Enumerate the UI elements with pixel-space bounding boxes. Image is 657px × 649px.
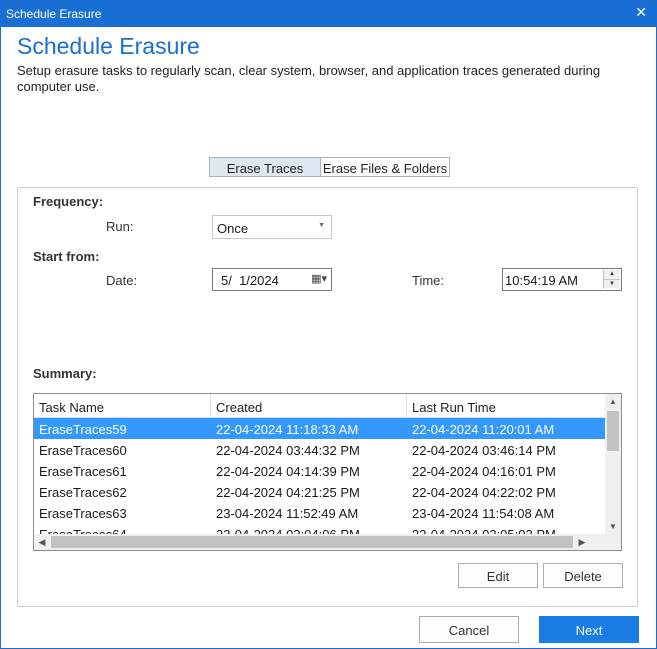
table-row[interactable]: EraseTraces62 22-04-2024 04:21:25 PM 22-04… xyxy=(34,481,606,502)
cell-name: EraseTraces61 xyxy=(39,464,127,479)
scroll-left-icon[interactable]: ◀ xyxy=(34,534,50,550)
spin-up-icon[interactable]: ▲ xyxy=(604,270,620,279)
table-header: Task Name Created Last Run Time xyxy=(34,394,621,418)
tab-bar: Erase Traces Erase Files & Folders xyxy=(209,157,450,177)
cell-last-run: 22-04-2024 04:16:01 PM xyxy=(412,464,556,479)
window-title: Schedule Erasure xyxy=(6,7,102,21)
column-header-task-name[interactable]: Task Name xyxy=(34,394,211,418)
table-row[interactable]: EraseTraces60 22-04-2024 03:44:32 PM 22-04… xyxy=(34,439,606,460)
date-picker[interactable]: 5/ 1/2024 ▦▾ xyxy=(212,268,332,291)
horizontal-scroll-thumb[interactable] xyxy=(51,536,573,548)
scroll-down-icon[interactable]: ▼ xyxy=(605,519,621,535)
vertical-scrollbar[interactable]: ▲ ▼ xyxy=(605,394,621,535)
page-description: Setup erasure tasks to regularly scan, c… xyxy=(17,63,601,94)
tab-erase-traces[interactable]: Erase Traces xyxy=(209,157,320,177)
cell-name: EraseTraces62 xyxy=(39,485,127,500)
calendar-icon[interactable]: ▦▾ xyxy=(311,272,327,285)
table-row[interactable]: EraseTraces59 22-04-2024 11:18:33 AM 22-04… xyxy=(34,418,606,439)
edit-button[interactable]: Edit xyxy=(458,563,538,588)
start-from-heading: Start from: xyxy=(33,249,100,264)
cell-name: EraseTraces59 xyxy=(39,422,127,437)
cancel-button[interactable]: Cancel xyxy=(419,616,519,643)
spin-down-icon[interactable]: ▼ xyxy=(604,279,620,288)
scroll-up-icon[interactable]: ▲ xyxy=(605,394,621,410)
date-value: 5/ 1/2024 xyxy=(221,273,279,288)
summary-heading: Summary: xyxy=(33,366,97,381)
cell-last-run: 22-04-2024 03:46:14 PM xyxy=(412,443,556,458)
delete-button[interactable]: Delete xyxy=(543,563,623,588)
run-dropdown[interactable]: Once ▼ xyxy=(212,215,332,239)
table-body: EraseTraces59 22-04-2024 11:18:33 AM 22-04… xyxy=(34,418,606,536)
time-label: Time: xyxy=(412,273,445,288)
time-value: 10:54:19 AM xyxy=(505,273,578,288)
table-row[interactable]: EraseTraces61 22-04-2024 04:14:39 PM 22-04… xyxy=(34,460,606,481)
tab-erase-files-folders[interactable]: Erase Files & Folders xyxy=(320,157,450,177)
page-title: Schedule Erasure xyxy=(17,33,200,59)
cell-name: EraseTraces60 xyxy=(39,443,127,458)
cell-last-run: 23-04-2024 11:54:08 AM xyxy=(412,506,555,521)
cell-created: 22-04-2024 11:18:33 AM xyxy=(216,422,359,437)
cell-created: 22-04-2024 03:44:32 PM xyxy=(216,443,360,458)
vertical-scroll-thumb[interactable] xyxy=(607,411,619,451)
summary-table: Task Name Created Last Run Time EraseTra… xyxy=(33,393,622,551)
time-field[interactable]: 10:54:19 AM ▲ ▼ xyxy=(502,268,622,291)
cell-last-run: 22-04-2024 11:20:01 AM xyxy=(412,422,555,437)
close-icon[interactable]: ✕ xyxy=(635,4,647,21)
cell-last-run: 22-04-2024 04:22:02 PM xyxy=(412,485,556,500)
run-label: Run: xyxy=(106,219,134,234)
cell-created: 22-04-2024 04:14:39 PM xyxy=(216,464,360,479)
title-bar: Schedule Erasure ✕ xyxy=(0,0,657,27)
table-row[interactable]: EraseTraces63 23-04-2024 11:52:49 AM 23-04… xyxy=(34,502,606,523)
column-header-last-run-time[interactable]: Last Run Time xyxy=(407,394,605,418)
scroll-right-icon[interactable]: ▶ xyxy=(574,534,590,550)
next-button[interactable]: Next xyxy=(539,616,639,643)
frequency-heading: Frequency: xyxy=(33,194,104,209)
cell-name: EraseTraces63 xyxy=(39,506,127,521)
cell-created: 22-04-2024 04:21:25 PM xyxy=(216,485,360,500)
run-dropdown-value: Once xyxy=(217,221,249,236)
cell-created: 23-04-2024 11:52:49 AM xyxy=(216,506,359,521)
horizontal-scrollbar[interactable]: ◀ ▶ xyxy=(34,534,606,550)
date-label: Date: xyxy=(106,273,138,288)
chevron-down-icon: ▼ xyxy=(318,222,325,229)
scrollbar-corner xyxy=(605,534,621,550)
time-spinner: ▲ ▼ xyxy=(603,270,620,289)
column-header-created[interactable]: Created xyxy=(211,394,407,418)
